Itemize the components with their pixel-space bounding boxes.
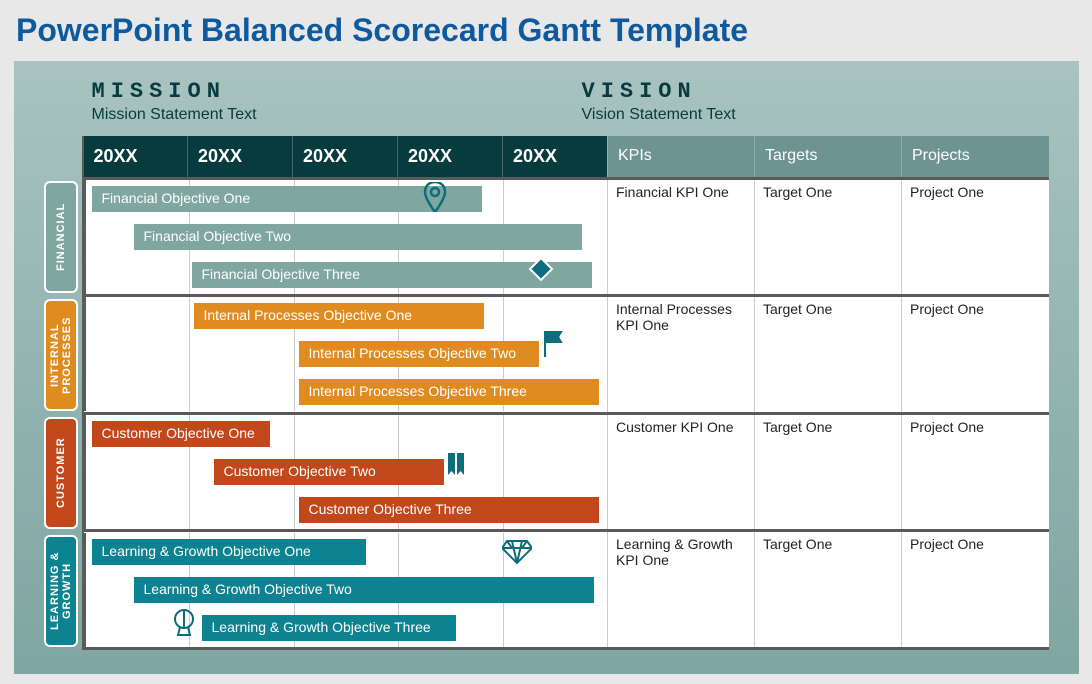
kpi-cell: Internal Processes KPI One — [608, 296, 755, 414]
year-header: 20XX — [398, 136, 503, 178]
target-header: Targets — [755, 136, 902, 178]
gem-icon — [502, 539, 532, 570]
flag-icon — [542, 329, 566, 364]
project-header: Projects — [902, 136, 1049, 178]
target-cell: Target One — [755, 531, 902, 649]
category-learning: LEARNING & GROWTH — [44, 535, 78, 647]
gantt-bar: Learning & Growth Objective One — [92, 539, 366, 565]
category-internal: INTERNAL PROCESSES — [44, 299, 78, 411]
project-cell: Project One — [902, 178, 1049, 296]
gantt-area-financial: Financial Objective One Financial Object… — [84, 180, 608, 294]
section-financial: Financial Objective One Financial Object… — [83, 178, 1049, 296]
gantt-area-learning: Learning & Growth Objective One Learning… — [84, 533, 608, 647]
kpi-cell: Financial KPI One — [608, 178, 755, 296]
gantt-bar: Learning & Growth Objective Two — [134, 577, 594, 603]
section-learning: Learning & Growth Objective One Learning… — [83, 531, 1049, 649]
category-column: FINANCIAL INTERNAL PROCESSES CUSTOMER LE… — [44, 136, 82, 650]
gantt-bar: Learning & Growth Objective Three — [202, 615, 456, 641]
slide-canvas: MISSION Mission Statement Text VISION Vi… — [14, 61, 1079, 674]
section-customer: Customer Objective One Customer Objectiv… — [83, 413, 1049, 531]
gantt-bar: Internal Processes Objective One — [194, 303, 484, 329]
page-title: PowerPoint Balanced Scorecard Gantt Temp… — [16, 12, 1084, 49]
gantt-area-internal: Internal Processes Objective One Interna… — [84, 297, 608, 411]
category-customer: CUSTOMER — [44, 417, 78, 529]
project-cell: Project One — [902, 413, 1049, 531]
kpi-cell: Learning & Growth KPI One — [608, 531, 755, 649]
kpi-cell: Customer KPI One — [608, 413, 755, 531]
vision-label: VISION — [582, 79, 1072, 104]
vision-text: Vision Statement Text — [582, 106, 1072, 124]
target-cell: Target One — [755, 178, 902, 296]
target-cell: Target One — [755, 413, 902, 531]
gantt-bar: Customer Objective Three — [299, 497, 599, 523]
diamond-icon — [528, 256, 554, 287]
category-financial: FINANCIAL — [44, 181, 78, 293]
gantt-bar: Internal Processes Objective Two — [299, 341, 539, 367]
year-header: 20XX — [83, 136, 188, 178]
year-header: 20XX — [188, 136, 293, 178]
balloon-icon — [172, 609, 196, 646]
gantt-bar: Customer Objective Two — [214, 459, 444, 485]
gantt-bar: Financial Objective Two — [134, 224, 582, 250]
pin-icon — [423, 182, 447, 217]
project-cell: Project One — [902, 531, 1049, 649]
mission-label: MISSION — [92, 79, 582, 104]
year-header: 20XX — [293, 136, 398, 178]
mission-text: Mission Statement Text — [92, 106, 582, 124]
gantt-bar: Customer Objective One — [92, 421, 270, 447]
section-internal: Internal Processes Objective One Interna… — [83, 296, 1049, 414]
target-cell: Target One — [755, 296, 902, 414]
gantt-area-customer: Customer Objective One Customer Objectiv… — [84, 415, 608, 529]
table-header: 20XX 20XX 20XX 20XX 20XX KPIs Targets Pr… — [83, 136, 1049, 178]
header-row: MISSION Mission Statement Text VISION Vi… — [92, 79, 1049, 124]
scorecard-table: 20XX 20XX 20XX 20XX 20XX KPIs Targets Pr… — [82, 136, 1049, 650]
gantt-bar: Internal Processes Objective Three — [299, 379, 599, 405]
bookmark-icon — [446, 451, 466, 484]
project-cell: Project One — [902, 296, 1049, 414]
kpi-header: KPIs — [608, 136, 755, 178]
year-header: 20XX — [503, 136, 608, 178]
